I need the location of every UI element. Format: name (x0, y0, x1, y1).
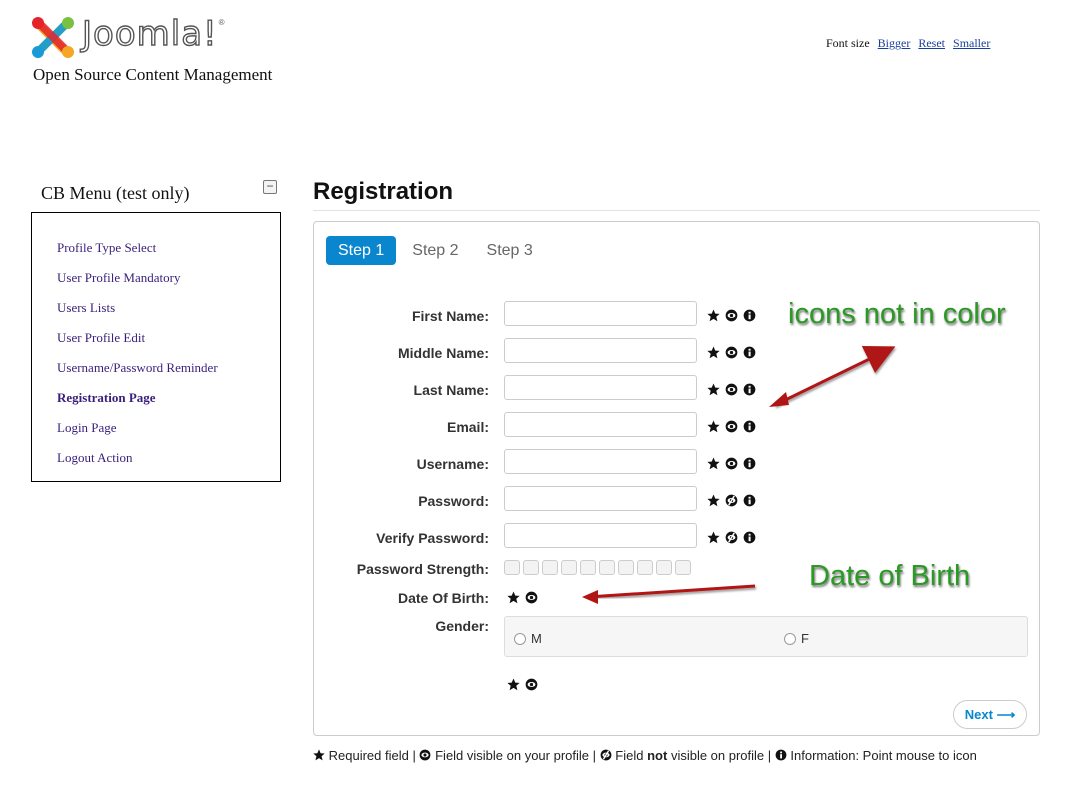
annotation-arrowhead-dob (582, 590, 598, 604)
annotation-arrow-dob (587, 584, 756, 599)
annotation-arrowhead-icons (769, 392, 789, 407)
annotation-arrows (582, 346, 896, 604)
annotation-arrow-icons (774, 346, 896, 407)
